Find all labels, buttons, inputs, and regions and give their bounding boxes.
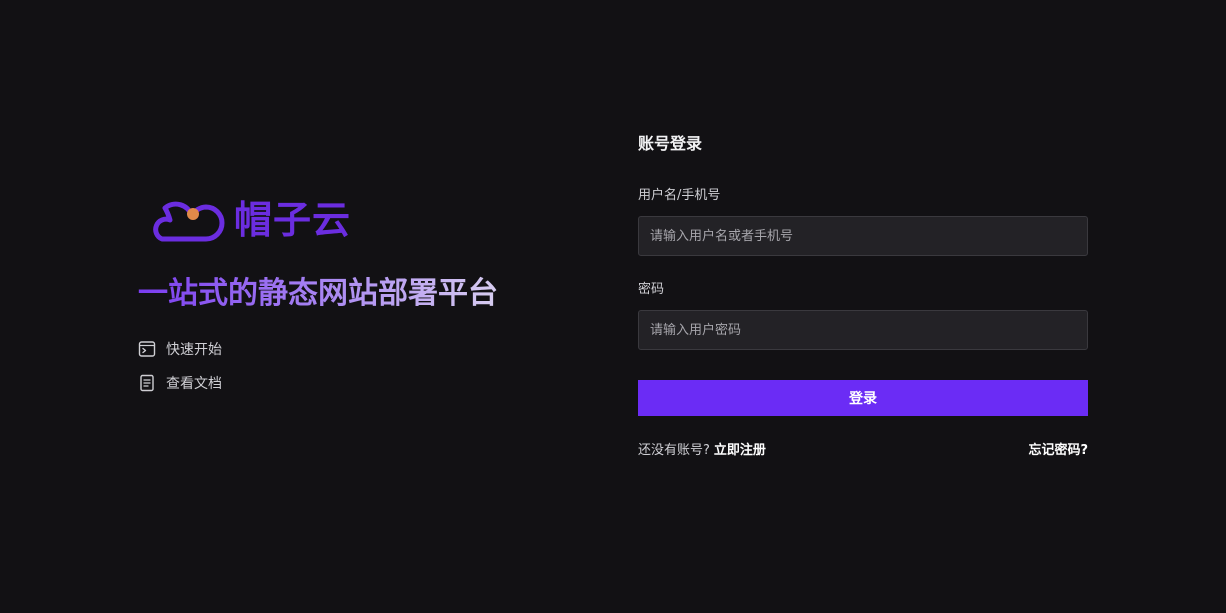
login-button[interactable]: 登录 <box>638 380 1088 416</box>
register-link[interactable]: 立即注册 <box>714 443 766 458</box>
logo-text: 帽子云 <box>234 198 352 242</box>
username-label: 用户名/手机号 <box>638 188 721 203</box>
register-prompt: 还没有账号? 立即注册 <box>638 442 766 460</box>
no-account-text: 还没有账号? <box>638 443 710 458</box>
cloud-logo-icon <box>153 201 225 242</box>
login-page: 帽子云 一站式的静态网站部署平台 快速开始 查看文档 账号登录 用户名/手机号 … <box>0 0 1226 613</box>
quick-start-label: 快速开始 <box>166 342 222 358</box>
terminal-icon <box>138 340 156 358</box>
slogan: 一站式的静态网站部署平台 <box>138 274 558 314</box>
login-form: 账号登录 用户名/手机号 密码 登录 还没有账号? 立即注册 忘记密码? <box>638 130 1088 460</box>
view-docs-link[interactable]: 查看文档 <box>138 366 558 400</box>
forgot-password-link[interactable]: 忘记密码? <box>1028 442 1088 460</box>
username-input[interactable] <box>638 216 1088 256</box>
document-icon <box>138 374 156 392</box>
quick-links: 快速开始 查看文档 <box>138 332 558 400</box>
login-title: 账号登录 <box>638 134 703 153</box>
view-docs-label: 查看文档 <box>166 376 222 392</box>
password-input[interactable] <box>638 310 1088 350</box>
logo: 帽子云 <box>138 190 558 250</box>
login-footer: 还没有账号? 立即注册 忘记密码? <box>638 442 1088 460</box>
brand-panel: 帽子云 一站式的静态网站部署平台 快速开始 查看文档 <box>138 190 558 400</box>
quick-start-link[interactable]: 快速开始 <box>138 332 558 366</box>
password-label: 密码 <box>638 282 665 297</box>
